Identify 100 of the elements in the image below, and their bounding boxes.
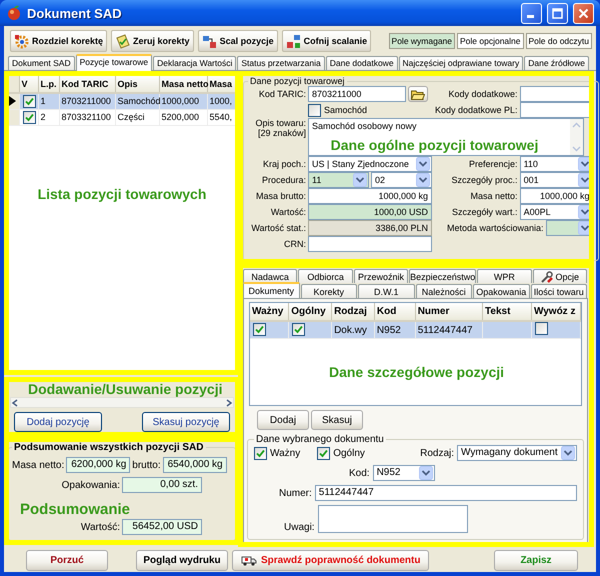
chevron-down-icon — [416, 173, 430, 187]
table-cell: 8703321100 — [62, 112, 111, 122]
footer-button[interactable]: Sprawdź poprawność dokumentu — [232, 550, 430, 570]
action-button[interactable]: Skasuj — [311, 410, 363, 430]
tab[interactable]: Status przetwarzania — [237, 56, 325, 70]
table-cell: Dok.wy — [334, 324, 367, 336]
input-field[interactable]: 8703211000 — [308, 86, 406, 102]
tab[interactable]: Ilości towaru — [530, 284, 587, 298]
checkbox[interactable] — [292, 323, 306, 336]
input-field[interactable]: 56452,00 USD — [122, 519, 202, 535]
scrollbar[interactable] — [10, 397, 234, 408]
group-title: Podsumowanie wszystkich pozycji SAD — [13, 442, 204, 453]
column-header[interactable]: Masa — [207, 75, 235, 93]
column-header[interactable]: Wywóz z — [531, 303, 580, 321]
input-field[interactable]: 6540,000 kg — [162, 457, 227, 473]
checkbox[interactable] — [254, 446, 267, 460]
column-header[interactable]: Masa netto — [159, 75, 207, 93]
input-field[interactable]: 5112447447 — [314, 485, 577, 501]
toolbar-button[interactable]: Scal pozycje — [198, 30, 278, 52]
minimize-button[interactable] — [521, 2, 542, 24]
input-field[interactable]: 3386,00 PLN — [308, 220, 432, 236]
action-button[interactable]: Skasuj pozycję — [142, 412, 230, 432]
action-button[interactable]: Dodaj — [257, 410, 309, 430]
checkbox[interactable] — [317, 446, 330, 460]
column-header[interactable]: L.p. — [38, 75, 59, 93]
tab[interactable]: Dokumenty — [243, 282, 300, 298]
field-note: [29 znaków] — [258, 128, 306, 138]
input-field[interactable]: 1000,000 kg — [308, 188, 432, 204]
checkbox[interactable] — [22, 94, 36, 108]
action-button[interactable]: Dodaj pozycję — [14, 412, 102, 432]
tab[interactable]: Nadawca — [243, 269, 298, 283]
field-label: Procedura: — [260, 175, 307, 185]
input-field[interactable]: 1000,00 USD — [308, 204, 432, 220]
checkbox-label: Ogólny — [333, 448, 365, 458]
legend-item: Pole opcjonalne — [457, 33, 524, 49]
footer-button[interactable]: Pogląd wydruku — [136, 550, 228, 570]
legend-item: Pole do odczytu — [526, 33, 592, 49]
note-icon — [115, 34, 130, 48]
truck-icon — [241, 554, 257, 566]
column-header[interactable]: Ogólny — [288, 303, 332, 321]
group-title: Dane wybranego dokumentu — [255, 434, 385, 445]
toolbar-button[interactable]: Zeruj korekty — [111, 30, 194, 52]
table-row[interactable]: Dok.wy N952 5112447447 — [250, 321, 580, 338]
table-cell: N952 — [376, 324, 401, 336]
column-header[interactable]: Kod — [374, 303, 416, 321]
field-label: Szczegóły wart.: — [451, 207, 519, 217]
tab[interactable]: Opcje — [532, 269, 587, 283]
tab[interactable]: Deklaracja Wartości — [153, 56, 236, 70]
field-label: Rodzaj: — [420, 448, 454, 458]
dropdown[interactable]: US | Stany Zjednoczone — [308, 156, 432, 172]
column-header[interactable]: Rodzaj — [332, 303, 374, 321]
footer-button[interactable]: Porzuć — [26, 550, 108, 570]
dropdown[interactable]: 02 — [371, 172, 432, 188]
checkbox[interactable] — [253, 323, 266, 336]
checkmark-icon — [256, 448, 265, 458]
checkbox[interactable] — [22, 110, 36, 124]
input-field[interactable]: 0,00 szt. — [122, 477, 202, 493]
tab[interactable]: Dane dodatkowe — [326, 56, 398, 70]
tab[interactable]: Bezpieczeństwo — [409, 269, 476, 283]
toolbar-button[interactable]: Rozdziel korektę — [10, 30, 108, 52]
field-label: Wartość: — [80, 522, 120, 532]
column-header[interactable]: Ważny — [250, 303, 289, 321]
dropdown[interactable]: 11 — [308, 172, 369, 188]
column-header[interactable]: Kod TARIC — [59, 75, 115, 93]
window-title: Dokument SAD — [27, 6, 123, 20]
tab[interactable]: Najczęściej odprawiane towary — [398, 56, 524, 70]
tab[interactable]: Pozycje towarowe — [76, 54, 152, 71]
column-header[interactable]: Opis — [115, 75, 159, 93]
dropdown[interactable]: N952 — [372, 465, 435, 481]
column-header[interactable]: Tekst — [482, 303, 532, 321]
field-label: Preferencje: — [468, 159, 519, 169]
footer-button[interactable]: Zapisz — [494, 550, 578, 570]
field-label: brutto: — [132, 460, 161, 470]
toolbar-button[interactable]: Cofnij scalanie — [282, 30, 372, 52]
browse-button[interactable] — [408, 86, 428, 102]
table-cell: 5112447447 — [418, 324, 473, 336]
maximize-button[interactable] — [547, 2, 568, 24]
tab[interactable]: Przewoźnik — [354, 269, 408, 283]
tab[interactable]: Należności — [416, 284, 472, 298]
field-label: Metoda wartościowania: — [446, 223, 545, 233]
tab[interactable]: Dokument SAD — [8, 56, 75, 70]
column-header[interactable]: Numer — [415, 303, 483, 321]
tab[interactable]: Korekty — [300, 284, 357, 298]
tab[interactable]: Odbiorca — [298, 269, 353, 283]
table-row[interactable]: 1 8703211000 Samochód 1000,000 1000, — [7, 93, 235, 109]
tab[interactable]: WPR — [477, 269, 532, 283]
text-area[interactable] — [318, 505, 468, 533]
checkbox[interactable] — [308, 104, 321, 116]
squares-icon — [286, 34, 301, 48]
tab[interactable]: Opakowania — [473, 284, 530, 298]
dropdown[interactable]: Wymagany dokument — [457, 445, 577, 461]
checkbox[interactable] — [534, 322, 548, 335]
table-cell: 1000,000 — [162, 96, 200, 106]
tab[interactable]: D.W.1 — [358, 284, 414, 298]
input-field[interactable]: 6200,000 kg — [66, 457, 130, 473]
table-cell: 5540, — [210, 112, 232, 122]
tab[interactable]: Dane źródłowe — [524, 56, 589, 70]
table-row[interactable]: 2 8703321100 Części 5200,000 5540, — [7, 109, 235, 125]
input-field[interactable] — [308, 236, 432, 252]
close-button[interactable] — [573, 2, 594, 24]
